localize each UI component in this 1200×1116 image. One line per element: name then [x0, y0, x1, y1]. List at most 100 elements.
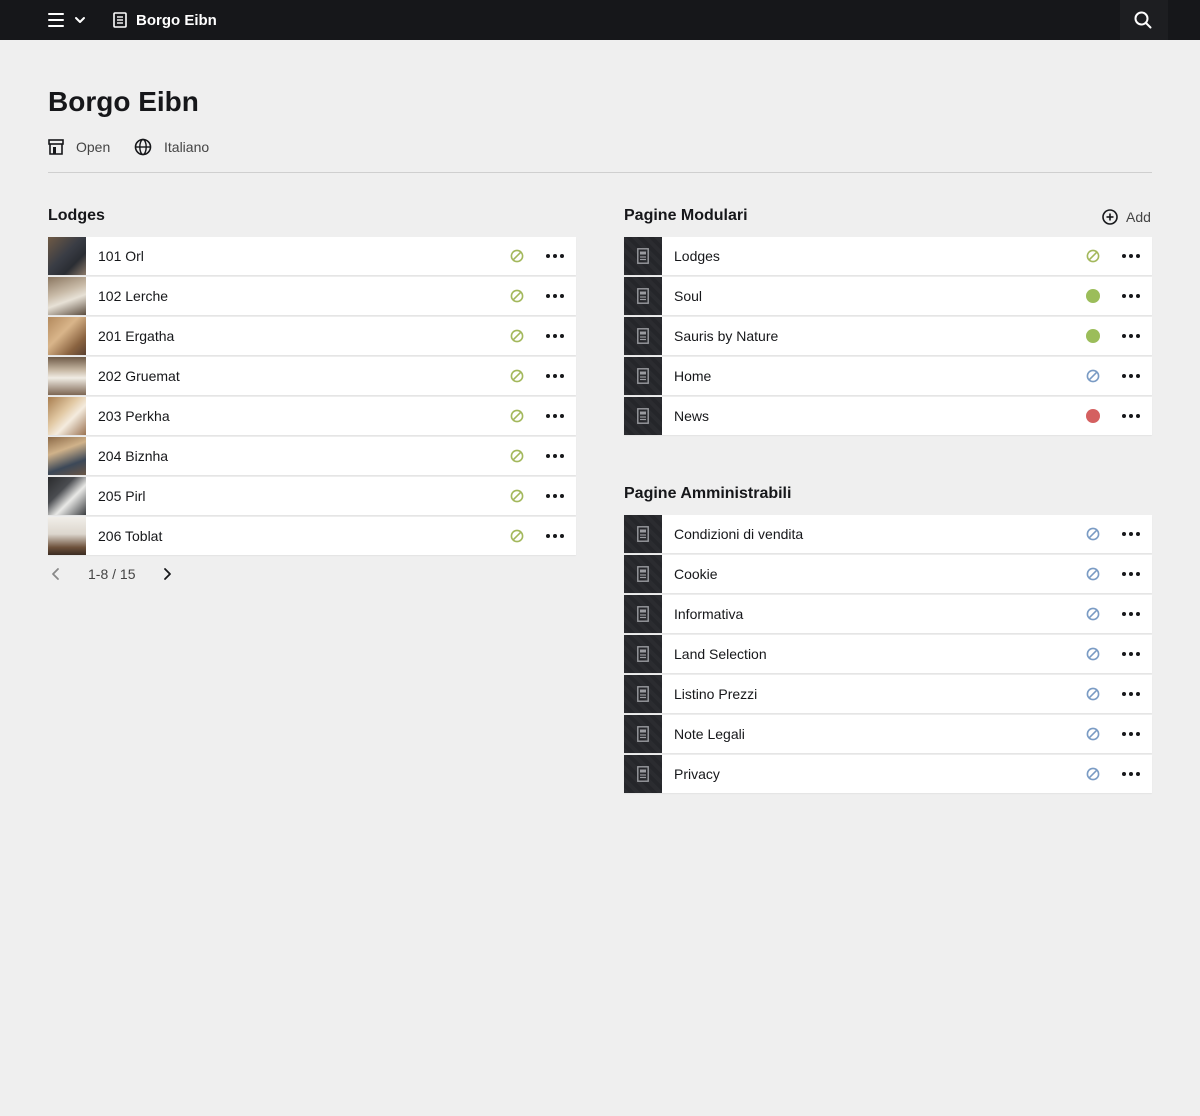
modular-pages-section-title: Pagine Modulari — [624, 207, 748, 224]
unpublished-icon — [1086, 727, 1100, 741]
more-options-icon[interactable] — [1122, 767, 1142, 781]
unpublished-icon — [1086, 249, 1100, 263]
list-item[interactable]: Listino Prezzi — [624, 675, 1152, 713]
document-thumbnail — [624, 317, 662, 355]
more-options-icon[interactable] — [546, 289, 566, 303]
page-label: Listino Prezzi — [674, 686, 758, 702]
document-icon — [637, 368, 649, 384]
document-icon — [637, 566, 649, 582]
document-icon — [637, 526, 649, 542]
chevron-down-icon[interactable] — [73, 13, 87, 27]
unpublished-icon — [510, 249, 524, 263]
document-thumbnail — [624, 635, 662, 673]
more-options-icon[interactable] — [1122, 289, 1142, 303]
list-item[interactable]: Privacy — [624, 755, 1152, 793]
document-icon — [637, 288, 649, 304]
page-title: Borgo Eibn — [48, 86, 199, 117]
lodges-list: 101 Orl 102 Lerche 201 Ergatha 202 Gruem… — [48, 237, 576, 557]
unpublished-icon — [1086, 527, 1100, 541]
more-options-icon[interactable] — [1122, 647, 1142, 661]
more-options-icon[interactable] — [1122, 369, 1142, 383]
list-item[interactable]: 206 Toblat — [48, 517, 576, 555]
page-label: Home — [674, 368, 712, 384]
document-thumbnail — [624, 357, 662, 395]
document-thumbnail — [624, 755, 662, 793]
lodge-thumbnail — [48, 397, 86, 435]
list-item[interactable]: Lodges — [624, 237, 1152, 275]
document-icon — [637, 328, 649, 344]
list-item[interactable]: Home — [624, 357, 1152, 395]
list-item[interactable]: Soul — [624, 277, 1152, 315]
list-item[interactable]: Cookie — [624, 555, 1152, 593]
admin-pages-section-title: Pagine Amministrabili — [624, 485, 792, 502]
page-label: News — [674, 408, 710, 424]
document-thumbnail — [624, 595, 662, 633]
lodge-thumbnail — [48, 517, 86, 555]
admin-pages-list: Condizioni di vendita Cookie Informativa… — [624, 515, 1152, 795]
lodge-label: 101 Orl — [98, 248, 144, 264]
status-indicator[interactable]: Open — [48, 137, 110, 157]
more-options-icon[interactable] — [546, 529, 566, 543]
more-options-icon[interactable] — [1122, 249, 1142, 263]
page-icon — [113, 12, 127, 28]
lodge-thumbnail — [48, 357, 86, 395]
error-status-dot — [1086, 409, 1100, 423]
storefront-icon — [48, 139, 64, 155]
more-options-icon[interactable] — [1122, 567, 1142, 581]
list-item[interactable]: 205 Pirl — [48, 477, 576, 515]
document-thumbnail — [624, 675, 662, 713]
document-icon — [637, 726, 649, 742]
more-options-icon[interactable] — [1122, 527, 1142, 541]
topbar-title[interactable]: Borgo Eibn — [136, 12, 217, 30]
page-label: Soul — [674, 288, 703, 304]
add-button[interactable]: Add — [1102, 208, 1151, 226]
unpublished-icon — [1086, 687, 1100, 701]
more-options-icon[interactable] — [546, 409, 566, 423]
more-options-icon[interactable] — [1122, 687, 1142, 701]
unpublished-icon — [510, 329, 524, 343]
list-item[interactable]: Informativa — [624, 595, 1152, 633]
more-options-icon[interactable] — [546, 249, 566, 263]
document-icon — [637, 606, 649, 622]
hamburger-menu-icon[interactable] — [48, 12, 64, 28]
header-divider — [48, 172, 1152, 173]
document-icon — [637, 408, 649, 424]
list-item[interactable]: Land Selection — [624, 635, 1152, 673]
lodges-section-title: Lodges — [48, 207, 105, 224]
more-options-icon[interactable] — [1122, 409, 1142, 423]
search-icon[interactable] — [1134, 11, 1152, 29]
more-options-icon[interactable] — [546, 449, 566, 463]
lodge-label: 205 Pirl — [98, 488, 146, 504]
page-label: Cookie — [674, 566, 718, 582]
list-item[interactable]: 204 Biznha — [48, 437, 576, 475]
published-status-dot — [1086, 329, 1100, 343]
list-item[interactable]: 201 Ergatha — [48, 317, 576, 355]
lodge-thumbnail — [48, 277, 86, 315]
document-thumbnail — [624, 715, 662, 753]
list-item[interactable]: 101 Orl — [48, 237, 576, 275]
document-icon — [637, 686, 649, 702]
more-options-icon[interactable] — [546, 369, 566, 383]
list-item[interactable]: News — [624, 397, 1152, 435]
chevron-right-icon[interactable] — [159, 566, 175, 582]
more-options-icon[interactable] — [546, 489, 566, 503]
list-item[interactable]: 202 Gruemat — [48, 357, 576, 395]
more-options-icon[interactable] — [546, 329, 566, 343]
more-options-icon[interactable] — [1122, 607, 1142, 621]
top-bar: Borgo Eibn — [0, 0, 1200, 40]
chevron-left-icon[interactable] — [48, 566, 64, 582]
list-item[interactable]: 102 Lerche — [48, 277, 576, 315]
lodge-label: 203 Perkha — [98, 408, 170, 424]
document-thumbnail — [624, 555, 662, 593]
list-item[interactable]: 203 Perkha — [48, 397, 576, 435]
more-options-icon[interactable] — [1122, 727, 1142, 741]
list-item[interactable]: Condizioni di vendita — [624, 515, 1152, 553]
page-label: Land Selection — [674, 646, 767, 662]
more-options-icon[interactable] — [1122, 329, 1142, 343]
list-item[interactable]: Note Legali — [624, 715, 1152, 753]
document-thumbnail — [624, 237, 662, 275]
lodge-thumbnail — [48, 437, 86, 475]
list-item[interactable]: Sauris by Nature — [624, 317, 1152, 355]
language-selector[interactable]: Italiano — [134, 137, 209, 157]
modular-pages-list: Lodges Soul Sauris by Nature Home News — [624, 237, 1152, 437]
